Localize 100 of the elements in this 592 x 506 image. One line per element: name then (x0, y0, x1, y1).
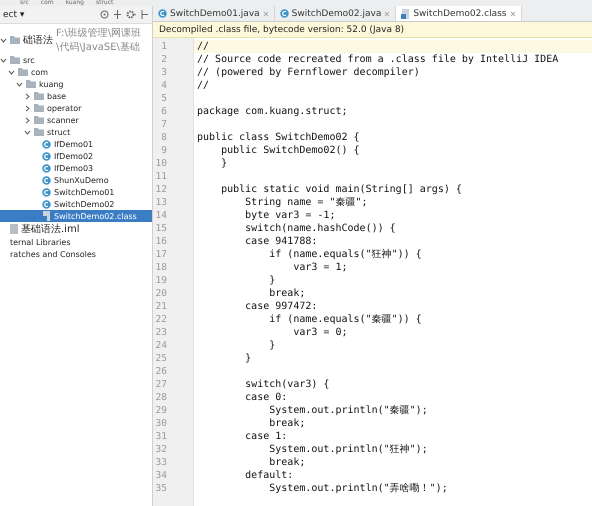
line-number: 10 (154, 157, 168, 170)
code-line: break; (268, 287, 306, 300)
code-line: // Source code recreated from a .class file by IntelliJ IDEA (196, 53, 560, 66)
tree-item[interactable]: ShunXuDemo (0, 174, 152, 186)
line-number: 1 (160, 40, 168, 53)
settings-icon[interactable] (126, 10, 137, 19)
code-line: } (268, 274, 276, 287)
folder-icon (10, 36, 20, 44)
code-line: System.out.println("弄啥嘞！"); (268, 482, 449, 495)
panel-title[interactable]: ect ▾ (3, 10, 24, 20)
tree-item[interactable]: IfDemo02 (0, 150, 152, 162)
crosshair-icon[interactable] (100, 10, 109, 19)
code-line: } (244, 352, 252, 365)
line-number: 8 (160, 131, 168, 144)
line-number: 33 (154, 456, 168, 469)
class-icon (42, 152, 51, 160)
class-icon (42, 164, 51, 172)
tree-item[interactable]: struct (0, 126, 152, 138)
class-file-icon (42, 211, 51, 221)
tree-item[interactable]: SwitchDemo02 (0, 198, 152, 210)
tree-item[interactable]: SwitchDemo01 (0, 186, 152, 198)
line-number: 18 (154, 261, 168, 274)
class-icon (42, 176, 51, 184)
editor-tab[interactable]: SwitchDemo02.class (396, 6, 522, 21)
line-number: 2 (160, 53, 168, 66)
code-line: // (196, 79, 210, 92)
code-line: public static void main(String[] args) { (220, 183, 463, 196)
line-number: 24 (154, 339, 168, 352)
line-number: 14 (154, 209, 168, 222)
code-line: public class SwitchDemo02 { (196, 131, 361, 144)
code-line: if (name.equals("狂神")) { (268, 248, 423, 261)
code-line: switch(var3) { (244, 378, 330, 391)
code-line: var3 = 0; (292, 326, 349, 339)
tree-item[interactable]: ternal Libraries (0, 236, 152, 248)
line-number: 22 (154, 313, 168, 326)
file-icon (10, 224, 18, 234)
code-line: case 1: (244, 430, 288, 443)
line-number: 31 (154, 430, 168, 443)
tree-item[interactable]: com (0, 66, 152, 78)
code-line: System.out.println("秦疆"); (268, 404, 429, 417)
tree-item[interactable]: base (0, 90, 152, 102)
line-number: 29 (154, 404, 168, 417)
tree-item[interactable]: 基础语法.iml (0, 222, 152, 236)
hide-icon[interactable] (141, 10, 149, 19)
tree-item[interactable]: operator (0, 102, 152, 114)
line-number: 11 (154, 170, 168, 183)
code-line: // (powered by Fernflower decompiler) (196, 66, 421, 79)
code-line: public SwitchDemo02() { (220, 144, 361, 157)
tree-item[interactable]: SwitchDemo02.class (0, 210, 152, 222)
line-number: 7 (160, 118, 168, 131)
line-number: 21 (154, 300, 168, 313)
tree-item[interactable]: scanner (0, 114, 152, 126)
class-icon (158, 9, 167, 18)
class-icon (280, 9, 289, 18)
line-number: 30 (154, 417, 168, 430)
code-line: package com.kuang.struct; (196, 105, 349, 118)
line-number: 16 (154, 235, 168, 248)
line-number: 12 (154, 183, 168, 196)
code-line: switch(name.hashCode()) { (244, 222, 397, 235)
line-number: 34 (154, 469, 168, 482)
code-line: byte var3 = -1; (244, 209, 336, 222)
class-icon (42, 188, 51, 196)
tree-item[interactable]: IfDemo03 (0, 162, 152, 174)
line-number: 13 (154, 196, 168, 209)
tree-item[interactable]: ratches and Consoles (0, 248, 152, 260)
code-line: var3 = 1; (292, 261, 349, 274)
line-number: 3 (160, 66, 168, 79)
tree-item[interactable]: src (0, 54, 152, 66)
line-number: 6 (160, 105, 168, 118)
code-line: default: (244, 469, 294, 482)
line-number: 25 (154, 352, 168, 365)
line-number: 9 (160, 144, 168, 157)
line-number: 35 (154, 482, 168, 495)
code-line: break; (268, 456, 306, 469)
code-line: if (name.equals("秦疆")) { (268, 313, 423, 326)
class-icon (42, 140, 51, 148)
line-number: 32 (154, 443, 168, 456)
line-number: 28 (154, 391, 168, 404)
tree-item[interactable]: kuang (0, 78, 152, 90)
line-number: 5 (160, 92, 168, 105)
line-number: 20 (154, 287, 168, 300)
code-line: } (268, 339, 276, 352)
class-icon (42, 200, 51, 208)
line-number: 17 (154, 248, 168, 261)
tree-item[interactable]: IfDemo01 (0, 138, 152, 150)
line-number: 23 (154, 326, 168, 339)
line-number: 26 (154, 365, 168, 378)
code-line: case 0: (244, 391, 288, 404)
editor-tab[interactable]: SwitchDemo01.java (153, 6, 275, 21)
code-line: case 941788: (244, 235, 318, 248)
decompiled-notice: Decompiled .class file, bytecode version: 52.0 (Java 8) (153, 22, 592, 38)
line-number: 4 (160, 79, 168, 92)
class-file-icon (401, 8, 410, 18)
line-number: 27 (154, 378, 168, 391)
line-number: 19 (154, 274, 168, 287)
code-line: System.out.println("狂神"); (268, 443, 429, 456)
code-line: } (220, 157, 228, 170)
code-line: String name = "秦疆"; (244, 196, 369, 209)
code-line: case 997472: (244, 300, 318, 313)
code-line: break; (268, 417, 306, 430)
